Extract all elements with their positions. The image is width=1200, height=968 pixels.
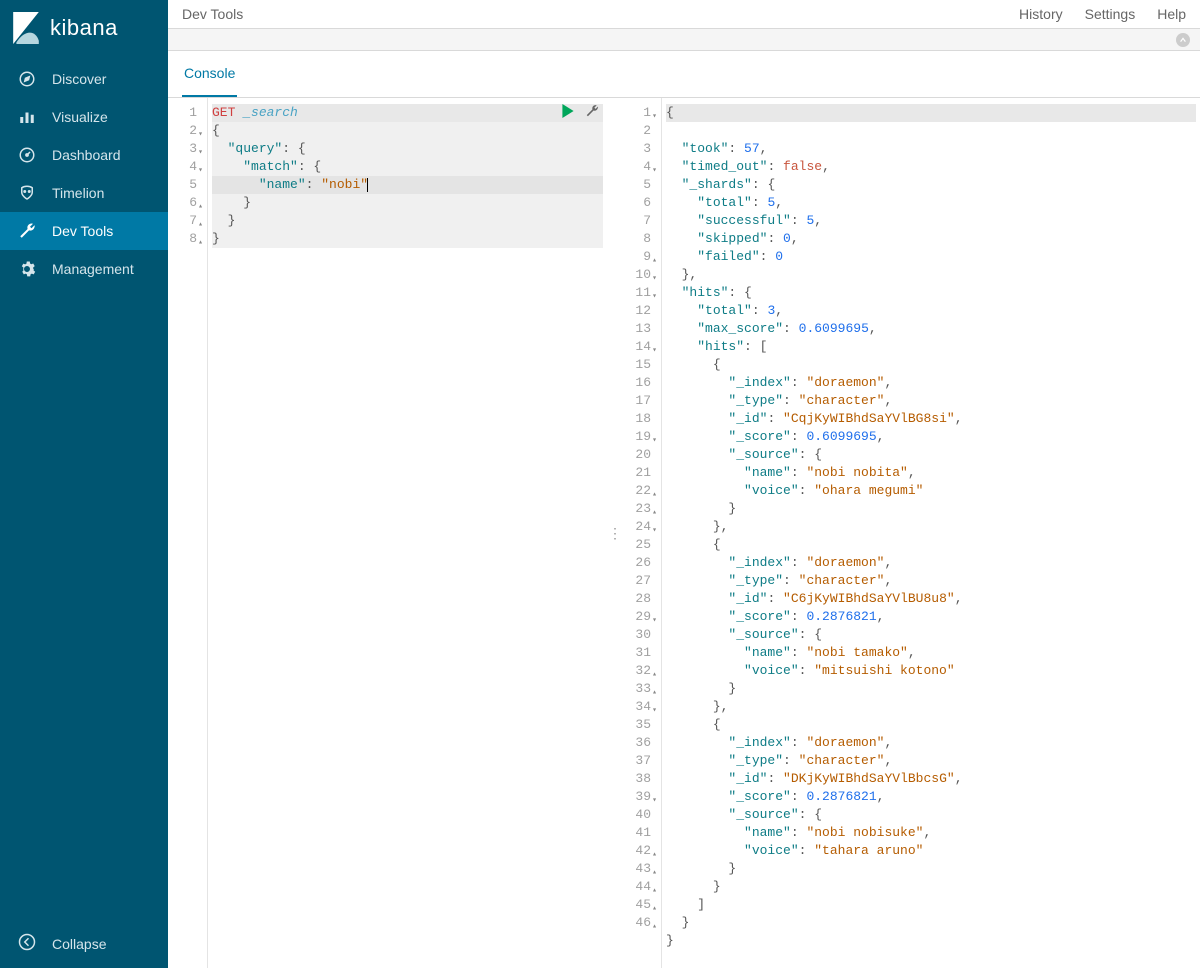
sidebar-collapse[interactable]: Collapse	[0, 919, 168, 968]
run-request-button[interactable]	[561, 104, 575, 124]
response-linenumbers: 1▾234▾56789▴10▾11▾121314▾1516171819▾2021…	[622, 98, 662, 968]
gauge-icon	[18, 146, 36, 164]
response-viewer[interactable]: 1▾234▾56789▴10▾11▾121314▾1516171819▾2021…	[622, 98, 1200, 968]
wrench-icon[interactable]	[585, 104, 599, 124]
sidebar: kibana Discover Visualize Dashboard Timelio…	[0, 0, 168, 968]
shield-icon	[18, 184, 36, 202]
history-link[interactable]: History	[1019, 6, 1063, 22]
request-linenumbers: 12▾3▾4▾56▴7▴8▴	[168, 98, 208, 968]
barchart-icon	[18, 108, 36, 126]
main: Dev Tools History Settings Help Console	[168, 0, 1200, 968]
app-logo[interactable]: kibana	[0, 0, 168, 60]
topbar-links: History Settings Help	[1019, 6, 1186, 22]
compass-icon	[18, 70, 36, 88]
pane-splitter[interactable]: ⋮	[608, 98, 622, 968]
subbar	[168, 29, 1200, 51]
app-name: kibana	[50, 15, 118, 41]
gear-icon	[18, 260, 36, 278]
collapse-label: Collapse	[52, 936, 106, 952]
sidebar-item-label: Dashboard	[52, 147, 121, 163]
request-tools	[561, 104, 599, 124]
sidebar-item-visualize[interactable]: Visualize	[0, 98, 168, 136]
sidebar-item-label: Dev Tools	[52, 223, 113, 239]
collapse-icon	[18, 933, 36, 954]
settings-link[interactable]: Settings	[1085, 6, 1136, 22]
request-pane: 12▾3▾4▾56▴7▴8▴ GET _search{ "query": { "…	[168, 98, 608, 968]
sidebar-item-label: Visualize	[52, 109, 108, 125]
sidebar-item-label: Discover	[52, 71, 106, 87]
help-link[interactable]: Help	[1157, 6, 1186, 22]
request-editor[interactable]: 12▾3▾4▾56▴7▴8▴ GET _search{ "query": { "…	[168, 98, 607, 968]
topbar: Dev Tools History Settings Help	[168, 0, 1200, 29]
sidebar-item-label: Timelion	[52, 185, 104, 201]
sidebar-item-dashboard[interactable]: Dashboard	[0, 136, 168, 174]
sidebar-nav: Discover Visualize Dashboard Timelion Dev To…	[0, 60, 168, 919]
sidebar-item-management[interactable]: Management	[0, 250, 168, 288]
kibana-logo-icon	[12, 12, 40, 44]
sidebar-item-timelion[interactable]: Timelion	[0, 174, 168, 212]
tab-console[interactable]: Console	[182, 51, 237, 97]
sidebar-item-discover[interactable]: Discover	[0, 60, 168, 98]
response-code: { "took": 57, "timed_out": false, "_shar…	[662, 98, 1200, 968]
request-code[interactable]: GET _search{ "query": { "match": { "name…	[208, 98, 607, 968]
workarea: 12▾3▾4▾56▴7▴8▴ GET _search{ "query": { "…	[168, 98, 1200, 968]
sidebar-item-label: Management	[52, 261, 134, 277]
tabs: Console	[168, 51, 1200, 98]
page-title: Dev Tools	[182, 6, 1019, 22]
response-pane: 1▾234▾56789▴10▾11▾121314▾1516171819▾2021…	[622, 98, 1200, 968]
collapse-panel-icon[interactable]	[1176, 33, 1190, 47]
wrench-icon	[18, 222, 36, 240]
sidebar-item-devtools[interactable]: Dev Tools	[0, 212, 168, 250]
